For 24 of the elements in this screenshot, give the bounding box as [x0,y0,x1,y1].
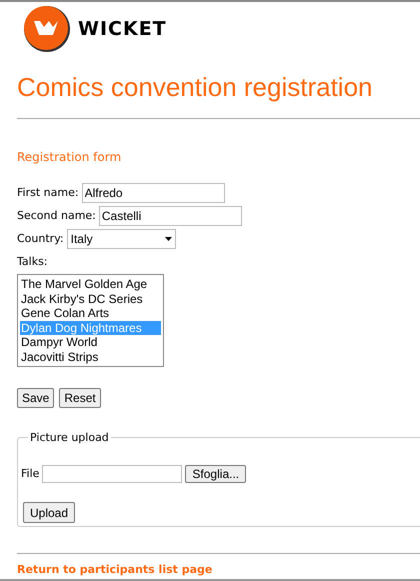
browse-button[interactable]: Sfoglia... [185,465,246,483]
field-label: Country: [17,231,64,247]
page-title: Comics convention registration [16,71,374,104]
logo-text: WICKET [78,16,167,42]
list-option[interactable]: Gene Colan Arts [20,306,161,320]
dropdown-caret-icon [164,237,172,241]
talks-listbox[interactable]: The Marvel Golden Age Jack Kirby's DC Series Gene Colan Arts Dylan Dog Nightmares Dampyr World Jacovitti Strips [17,274,164,367]
field-label: Talks: [17,254,49,270]
list-option[interactable]: Jack Kirby's DC Series [20,292,161,306]
fieldset-legend: Picture upload [28,430,111,446]
list-option[interactable]: Jacovitti Strips [20,350,161,364]
list-option[interactable]: Dampyr World [20,335,161,350]
field-label: Second name: [17,208,96,224]
country-dropdown[interactable]: Italy [66,229,176,249]
field-label: File [21,466,40,482]
list-option[interactable]: The Marvel Golden Age [20,277,161,292]
text-field[interactable]: Castelli [98,206,242,226]
form-button[interactable]: Reset [59,388,101,408]
field-label: First name: [17,185,79,201]
upload-button[interactable]: Upload [23,502,76,523]
text-field[interactable]: Alfredo [82,183,225,203]
form-heading: Registration form [16,149,122,165]
form-button[interactable]: Save [17,388,54,408]
file-field[interactable] [42,465,182,483]
